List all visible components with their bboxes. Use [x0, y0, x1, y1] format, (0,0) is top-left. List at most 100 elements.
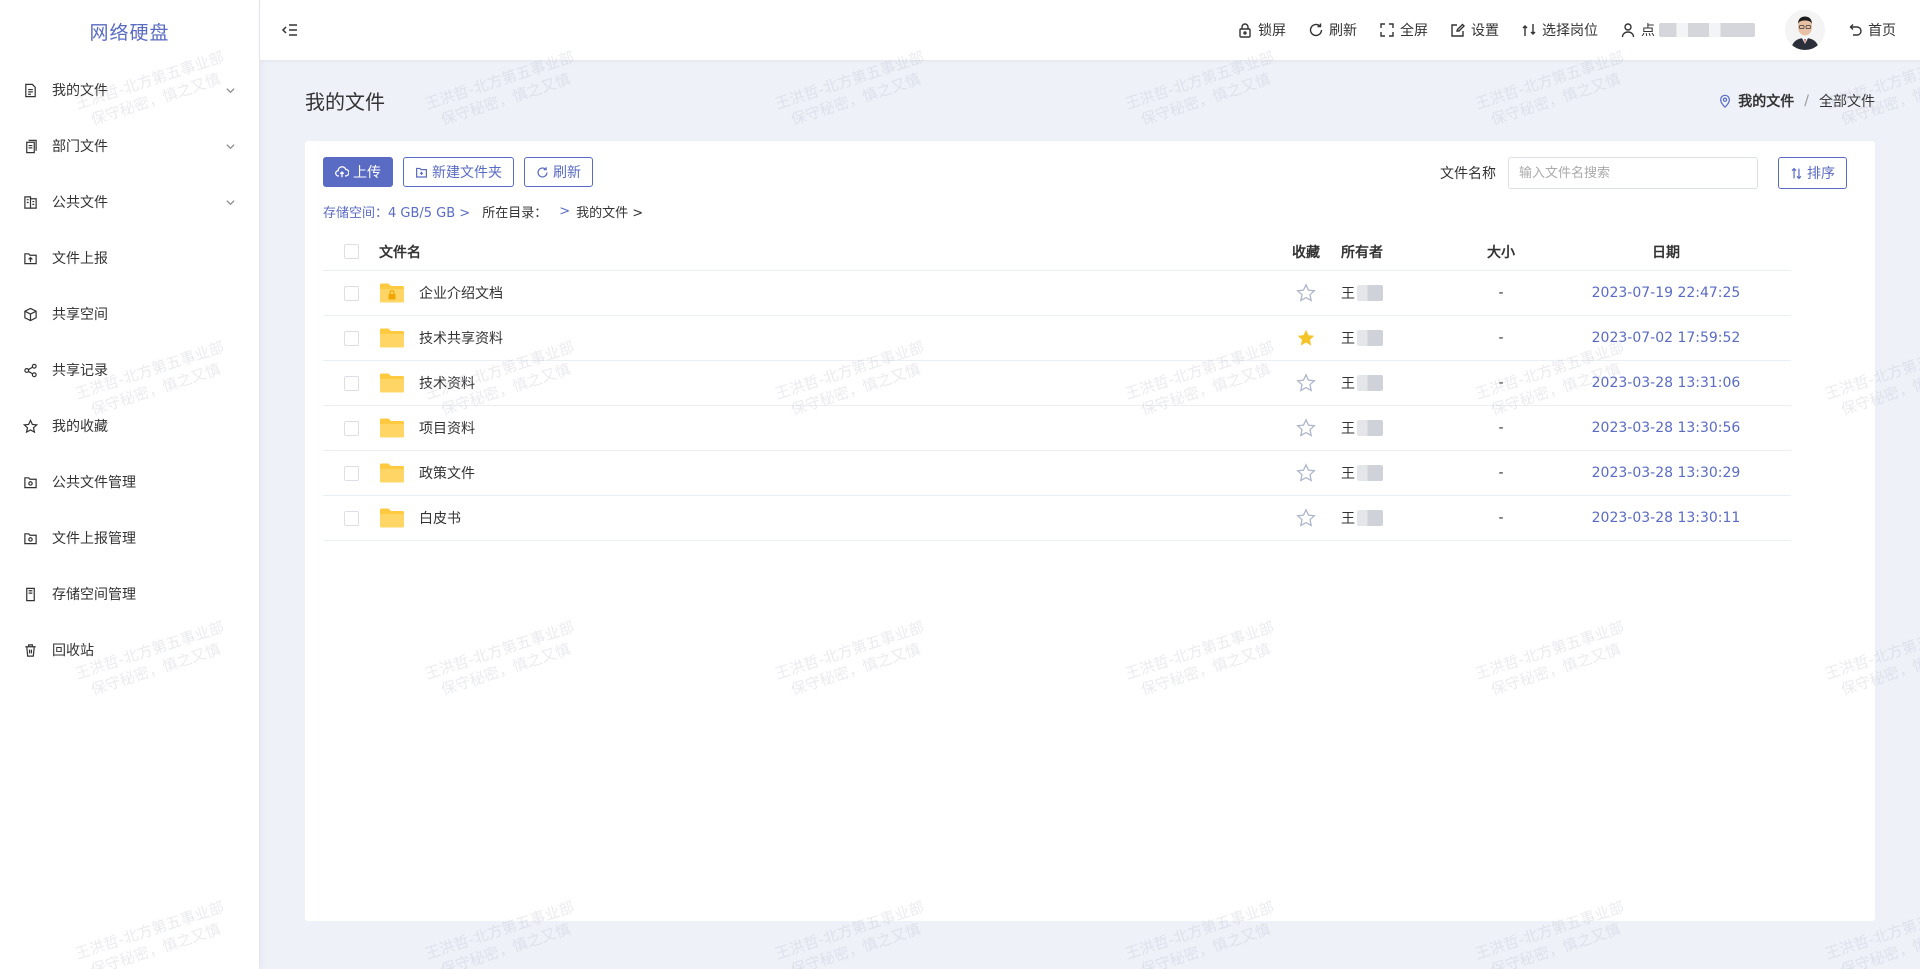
- sidebar-item-file-report-management[interactable]: 文件上报管理: [0, 510, 259, 566]
- file-name[interactable]: 技术共享资料: [419, 328, 503, 348]
- favorite-cell[interactable]: [1281, 328, 1331, 348]
- folder-icon: [380, 418, 404, 438]
- owner-cell: 王: [1331, 418, 1461, 438]
- settings-button[interactable]: 设置: [1450, 20, 1499, 40]
- favorite-cell[interactable]: [1281, 373, 1331, 393]
- folder-settings-icon: [22, 530, 38, 546]
- collapse-sidebar-icon[interactable]: [280, 20, 300, 40]
- table-row[interactable]: 项目资料 王 - 2023-03-28 13:30:56: [323, 406, 1791, 451]
- file-name-cell[interactable]: 技术共享资料: [379, 327, 1281, 349]
- table-row[interactable]: 白皮书 王 - 2023-03-28 13:30:11: [323, 496, 1791, 541]
- size-cell: -: [1498, 375, 1504, 391]
- table-row[interactable]: 技术资料 王 - 2023-03-28 13:31:06: [323, 361, 1791, 406]
- sidebar-item-file-report[interactable]: 文件上报: [0, 230, 259, 286]
- row-checkbox[interactable]: [343, 420, 359, 436]
- size-cell: -: [1498, 510, 1504, 526]
- directory-root-link[interactable]: >: [559, 204, 570, 219]
- path-bar: 存储空间：4 GB/5 GB > 所在目录： > 我的文件 >: [323, 202, 643, 221]
- file-table: 文件名 收藏 所有者 大小 日期 企业介绍文档 王 - 2023-07-19 2…: [323, 233, 1791, 541]
- lock-screen-button[interactable]: 锁屏: [1237, 20, 1286, 40]
- favorite-cell[interactable]: [1281, 283, 1331, 303]
- breadcrumb-separator: /: [1804, 92, 1809, 109]
- refresh-page-button[interactable]: 刷新: [1308, 20, 1357, 40]
- table-row[interactable]: 技术共享资料 王 - 2023-07-02 17:59:52: [323, 316, 1791, 361]
- sort-button[interactable]: 排序: [1778, 157, 1847, 189]
- star-outline-icon[interactable]: [1296, 373, 1316, 393]
- sidebar-item-department-files[interactable]: 部门文件: [0, 118, 259, 174]
- sidebar-item-label: 公共文件: [52, 195, 108, 211]
- file-name[interactable]: 技术资料: [419, 373, 475, 393]
- home-button[interactable]: 首页: [1847, 20, 1896, 40]
- trash-icon: [22, 642, 38, 658]
- owner-redacted: [1357, 465, 1383, 481]
- sidebar-item-label: 公共文件管理: [52, 475, 136, 491]
- sidebar-item-my-files[interactable]: 我的文件: [0, 62, 259, 118]
- select-post-button[interactable]: 选择岗位: [1521, 20, 1598, 40]
- favorite-cell[interactable]: [1281, 463, 1331, 483]
- star-outline-icon[interactable]: [1296, 418, 1316, 438]
- fullscreen-button[interactable]: 全屏: [1379, 20, 1428, 40]
- file-name-cell[interactable]: 项目资料: [379, 417, 1281, 439]
- sidebar-item-share-records[interactable]: 共享记录: [0, 342, 259, 398]
- sidebar-item-shared-space[interactable]: 共享空间: [0, 286, 259, 342]
- search-input[interactable]: [1508, 157, 1758, 189]
- refresh-list-button[interactable]: 刷新: [524, 157, 593, 187]
- chevron-down-icon: [225, 140, 237, 152]
- file-name-cell[interactable]: 企业介绍文档: [379, 282, 1281, 304]
- refresh-icon: [1309, 23, 1323, 37]
- breadcrumb-all-files[interactable]: 全部文件: [1819, 91, 1875, 111]
- refresh-page-label: 刷新: [1329, 23, 1357, 39]
- date-cell: 2023-03-28 13:31:06: [1591, 375, 1741, 391]
- owner-redacted: [1357, 375, 1383, 391]
- size-cell: -: [1498, 285, 1504, 301]
- favorite-cell[interactable]: [1281, 508, 1331, 528]
- sidebar-item-storage-management[interactable]: 存储空间管理: [0, 566, 259, 622]
- owner-name: 王: [1341, 331, 1355, 347]
- sidebar-item-my-favorites[interactable]: 我的收藏: [0, 398, 259, 454]
- star-filled-icon[interactable]: [1296, 328, 1316, 348]
- folder-settings-icon: [22, 474, 38, 490]
- row-checkbox[interactable]: [343, 330, 359, 346]
- location-pin-icon: [1720, 94, 1731, 108]
- row-checkbox[interactable]: [343, 465, 359, 481]
- column-favorite: 收藏: [1292, 244, 1320, 261]
- date-cell: 2023-03-28 13:30:56: [1591, 420, 1741, 436]
- row-checkbox[interactable]: [343, 285, 359, 301]
- table-header: 文件名 收藏 所有者 大小 日期: [323, 233, 1791, 271]
- owner-name: 王: [1341, 376, 1355, 392]
- directory-current[interactable]: 我的文件 >: [576, 202, 643, 221]
- file-toolbar: 上传 新建文件夹 刷新: [323, 157, 603, 187]
- file-name[interactable]: 企业介绍文档: [419, 283, 503, 303]
- file-name-cell[interactable]: 技术资料: [379, 372, 1281, 394]
- sidebar-item-label: 我的文件: [52, 83, 108, 99]
- new-folder-button[interactable]: 新建文件夹: [403, 157, 514, 187]
- avatar[interactable]: [1785, 10, 1825, 50]
- star-outline-icon[interactable]: [1296, 283, 1316, 303]
- table-row[interactable]: 政策文件 王 - 2023-03-28 13:30:29: [323, 451, 1791, 496]
- star-outline-icon[interactable]: [1296, 508, 1316, 528]
- owner-cell: 王: [1331, 283, 1461, 303]
- storage-usage[interactable]: 存储空间：4 GB/5 GB >: [323, 202, 470, 221]
- select-post-label: 选择岗位: [1542, 23, 1598, 39]
- owner-cell: 王: [1331, 373, 1461, 393]
- table-row[interactable]: 企业介绍文档 王 - 2023-07-19 22:47:25: [323, 271, 1791, 316]
- chevron-down-icon: [225, 196, 237, 208]
- folder-icon: [380, 508, 404, 528]
- file-name-cell[interactable]: 政策文件: [379, 462, 1281, 484]
- sidebar-item-public-files[interactable]: 公共文件: [0, 174, 259, 230]
- row-checkbox[interactable]: [343, 510, 359, 526]
- file-name[interactable]: 政策文件: [419, 463, 475, 483]
- upload-button[interactable]: 上传: [323, 157, 393, 187]
- sidebar-item-recycle-bin[interactable]: 回收站: [0, 622, 259, 678]
- file-name[interactable]: 白皮书: [419, 508, 461, 528]
- favorite-cell[interactable]: [1281, 418, 1331, 438]
- select-all-checkbox[interactable]: [343, 244, 359, 259]
- file-name-cell[interactable]: 白皮书: [379, 507, 1281, 529]
- row-checkbox[interactable]: [343, 375, 359, 391]
- sidebar-item-label: 共享记录: [52, 363, 108, 379]
- breadcrumb-current[interactable]: 我的文件: [1738, 91, 1794, 111]
- user-menu[interactable]: 点: [1620, 20, 1755, 40]
- sidebar-item-public-file-management[interactable]: 公共文件管理: [0, 454, 259, 510]
- star-outline-icon[interactable]: [1296, 463, 1316, 483]
- file-name[interactable]: 项目资料: [419, 418, 475, 438]
